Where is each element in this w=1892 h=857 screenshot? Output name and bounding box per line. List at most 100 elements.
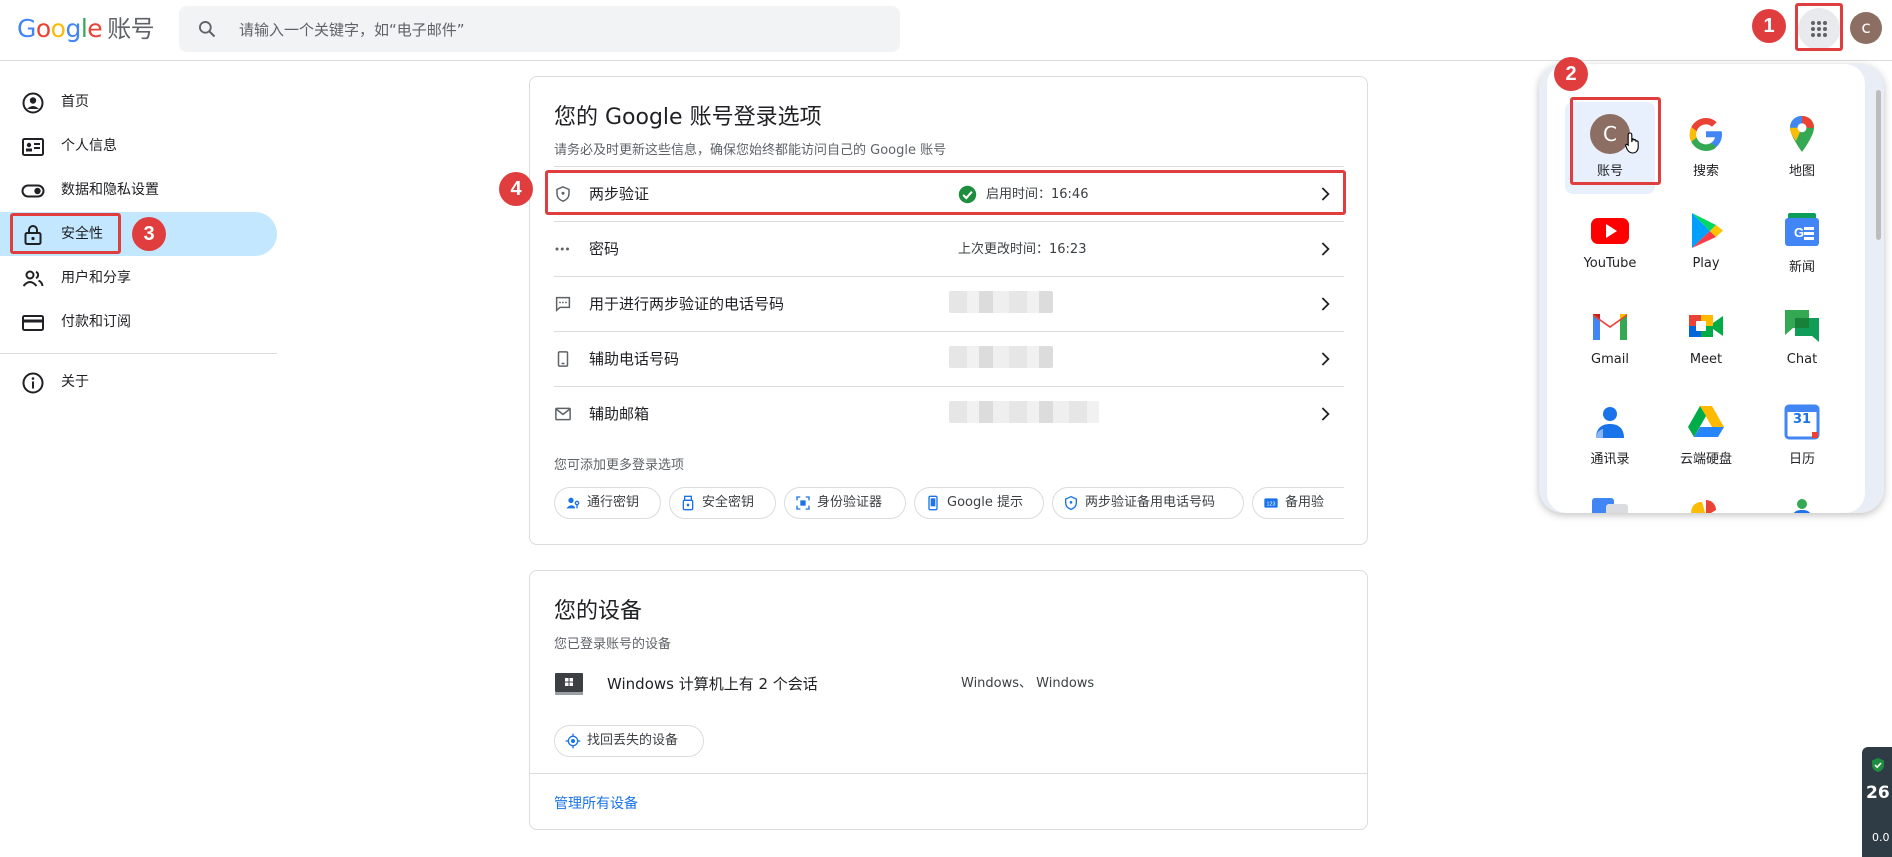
chip-google-prompt[interactable]: Google 提示 bbox=[914, 487, 1044, 519]
chevron-right-icon bbox=[1321, 407, 1330, 421]
row-title: 用于进行两步验证的电话号码 bbox=[589, 295, 785, 313]
news-icon: G bbox=[1785, 213, 1819, 246]
chip-label: 备用验 bbox=[1285, 495, 1325, 510]
app-label: 通讯录 bbox=[1590, 452, 1630, 467]
app-chat[interactable]: Chat bbox=[1757, 294, 1847, 386]
annotation-marker-1: 1 bbox=[1752, 9, 1786, 43]
play-icon bbox=[1692, 213, 1723, 248]
signin-chips-row: 通行密钥 安全密钥 身份验证器 Google 提示 两步验证备用电话号码 123… bbox=[554, 487, 1344, 521]
photos-icon bbox=[1691, 500, 1716, 513]
app-meet[interactable]: Meet bbox=[1661, 294, 1751, 386]
search-box[interactable] bbox=[179, 6, 900, 54]
chip-label: 两步验证备用电话号码 bbox=[1085, 495, 1216, 510]
find-lost-device-button[interactable]: 找回丢失的设备 bbox=[554, 725, 704, 757]
gmail-icon bbox=[1593, 314, 1627, 340]
row-title: 密码 bbox=[589, 240, 620, 258]
contacts-icon bbox=[1596, 407, 1624, 438]
backup-codes-icon: 123 bbox=[1264, 498, 1278, 508]
app-drive[interactable]: 云端硬盘 bbox=[1661, 390, 1751, 482]
row-title: 辅助电话号码 bbox=[589, 350, 680, 368]
annotation-box-3 bbox=[10, 213, 121, 254]
signin-row-recovery-phone[interactable]: 辅助电话号码 bbox=[554, 331, 1344, 386]
locate-icon bbox=[565, 733, 581, 749]
sidebar-item-about[interactable]: 关于 bbox=[0, 360, 277, 404]
app-contacts[interactable]: 通讯录 bbox=[1565, 390, 1655, 482]
signin-row-2sv-phone[interactable]: 用于进行两步验证的电话号码 bbox=[554, 276, 1344, 331]
sidebar-item-personal-info[interactable]: 个人信息 bbox=[0, 124, 277, 168]
sidebar-item-data-privacy[interactable]: 数据和隐私设置 bbox=[0, 168, 277, 212]
search-input[interactable] bbox=[237, 6, 881, 54]
app-label: 地图 bbox=[1788, 164, 1815, 179]
logo-letter: g bbox=[65, 14, 81, 43]
app-search[interactable]: 搜索 bbox=[1661, 102, 1751, 194]
app-label: 日历 bbox=[1788, 452, 1815, 467]
device-status: Windows、 Windows bbox=[961, 676, 1095, 691]
sidebar-item-payments[interactable]: 付款和订阅 bbox=[0, 300, 277, 344]
card-divider bbox=[530, 773, 1367, 774]
logo-letter: G bbox=[17, 14, 36, 43]
logo-letter: e bbox=[87, 14, 103, 43]
meet-icon bbox=[1689, 315, 1723, 337]
google-search-icon bbox=[1689, 118, 1722, 151]
device-row[interactable]: Windows 计算机上有 2 个会话 Windows、 Windows bbox=[554, 664, 1344, 704]
annotation-box-2 bbox=[1570, 97, 1661, 185]
shield-check-icon bbox=[1872, 758, 1884, 772]
authenticator-icon bbox=[796, 496, 810, 510]
apps-panel-scrollbar[interactable] bbox=[1876, 90, 1881, 240]
app-label: 云端硬盘 bbox=[1679, 452, 1732, 467]
sidebar-item-people-sharing[interactable]: 用户和分享 bbox=[0, 256, 277, 300]
product-name: 账号 bbox=[107, 15, 155, 43]
youtube-icon bbox=[1591, 218, 1629, 244]
sidebar-item-home[interactable]: 首页 bbox=[0, 80, 277, 124]
app-youtube[interactable]: YouTube bbox=[1565, 198, 1655, 290]
calendar-day: 31 bbox=[1792, 412, 1812, 427]
widget-value: 26 bbox=[1866, 783, 1890, 803]
sidebar-item-label: 用户和分享 bbox=[61, 270, 131, 286]
annotation-marker-4: 4 bbox=[499, 172, 533, 206]
app-play[interactable]: Play bbox=[1661, 198, 1751, 290]
chip-label: Google 提示 bbox=[947, 495, 1023, 510]
card-subtitle: 您已登录账号的设备 bbox=[554, 637, 672, 652]
shield-icon bbox=[1065, 495, 1077, 511]
signin-row-recovery-email[interactable]: 辅助邮箱 bbox=[554, 386, 1344, 441]
chip-backup-codes[interactable]: 123 备用验 bbox=[1252, 487, 1344, 519]
mail-icon bbox=[555, 407, 571, 421]
sidebar-item-label: 首页 bbox=[61, 94, 89, 110]
id-card-icon bbox=[22, 138, 44, 156]
app-news[interactable]: G 新闻 bbox=[1757, 198, 1847, 290]
app-label: 新闻 bbox=[1788, 260, 1815, 275]
toggle-icon bbox=[21, 184, 45, 198]
more-options-label: 您可添加更多登录选项 bbox=[554, 458, 685, 473]
chevron-right-icon bbox=[1321, 297, 1330, 311]
drive-icon bbox=[1688, 406, 1724, 437]
app-maps[interactable]: 地图 bbox=[1757, 102, 1847, 194]
device-title: Windows 计算机上有 2 个会话 bbox=[607, 675, 818, 693]
translate-icon bbox=[1592, 498, 1628, 513]
chevron-right-icon bbox=[1321, 242, 1330, 256]
annotation-marker-3: 3 bbox=[132, 217, 166, 251]
signin-row-password[interactable]: 密码 上次更改时间：16:23 bbox=[554, 221, 1344, 276]
sidebar-divider bbox=[0, 353, 277, 354]
credit-card-icon bbox=[22, 315, 44, 331]
devices-card: 您的设备 您已登录账号的设备 Windows 计算机上有 2 个会话 Windo… bbox=[529, 570, 1368, 830]
app-calendar[interactable]: 31 日历 bbox=[1757, 390, 1847, 482]
widget-sub-value: 0.0 bbox=[1872, 831, 1890, 844]
chip-passkey[interactable]: 通行密钥 bbox=[554, 487, 661, 519]
chip-security-key[interactable]: 安全密钥 bbox=[669, 487, 776, 519]
chip-authenticator[interactable]: 身份验证器 bbox=[784, 487, 906, 519]
card-title: 您的 Google 账号登录选项 bbox=[554, 105, 822, 130]
redacted-phone-number bbox=[949, 346, 1053, 368]
phone-prompt-icon bbox=[928, 495, 938, 511]
app-gmail[interactable]: Gmail bbox=[1565, 294, 1655, 386]
chip-backup-phone[interactable]: 两步验证备用电话号码 bbox=[1052, 487, 1244, 519]
manage-all-devices-link[interactable]: 管理所有设备 bbox=[554, 793, 638, 813]
chip-label: 安全密钥 bbox=[702, 495, 755, 510]
google-account-logo[interactable]: Google 账号 bbox=[17, 12, 155, 46]
message-icon bbox=[555, 296, 571, 313]
row-status: 上次更改时间：16:23 bbox=[958, 242, 1087, 257]
account-avatar[interactable]: c bbox=[1850, 12, 1882, 44]
svg-text:G: G bbox=[1794, 225, 1804, 240]
signin-options-card: 您的 Google 账号登录选项 请务必及时更新这些信息，确保您始终都能访问自己… bbox=[529, 76, 1368, 545]
redacted-email bbox=[949, 401, 1099, 423]
maps-icon bbox=[1790, 116, 1814, 152]
